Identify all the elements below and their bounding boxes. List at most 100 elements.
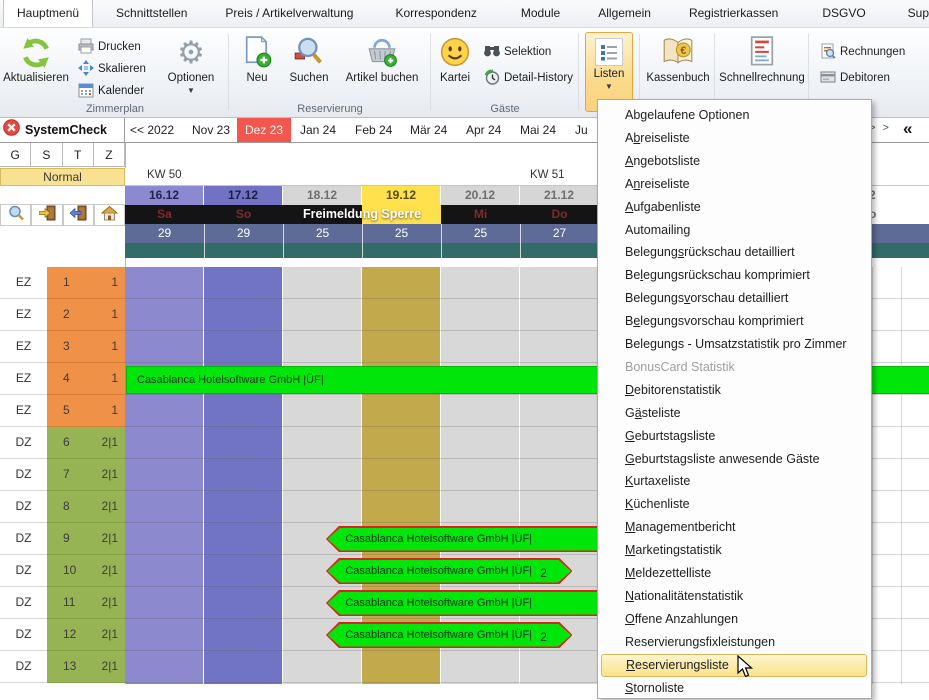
room-number-cell[interactable]: 62|1	[47, 427, 125, 459]
room-type-cell[interactable]: DZ	[0, 555, 47, 587]
menu-item-abgelaufene-optionen[interactable]: Abgelaufene Optionen	[601, 104, 867, 127]
tab-dsgvo[interactable]: DSGVO	[809, 0, 878, 27]
menu-item-geburtstagsliste-anwesende-gäste[interactable]: Geburtstagsliste anwesende Gäste	[601, 448, 867, 471]
scale-button[interactable]: Skalieren	[78, 59, 146, 79]
month-nav-dez-23[interactable]: Dez 23	[237, 118, 291, 142]
menu-item-marketingstatistik[interactable]: Marketingstatistik	[601, 539, 867, 562]
room-number-cell[interactable]: 41	[47, 363, 125, 395]
reservation-bar[interactable]: Casablanca Hotelsoftware GmbH |ÜF|2	[326, 622, 573, 648]
filter-column-t[interactable]: T	[63, 143, 94, 167]
options-button[interactable]: ⚙ Optionen ▼	[158, 32, 224, 112]
room-number-cell[interactable]: 72|1	[47, 459, 125, 491]
month-nav-ju[interactable]: Ju	[575, 118, 595, 142]
menu-item-geburtstagsliste[interactable]: Geburtstagsliste	[601, 425, 867, 448]
category-cell[interactable]: Normal	[0, 168, 125, 186]
tab-support[interactable]: Support	[895, 0, 929, 27]
room-type-cell[interactable]: DZ	[0, 651, 47, 683]
menu-item-aufgabenliste[interactable]: Aufgabenliste	[601, 196, 867, 219]
menu-item-automailing[interactable]: Automailing	[601, 219, 867, 242]
date-header-cell[interactable]: 21.12	[520, 186, 599, 205]
room-number-cell[interactable]: 31	[47, 331, 125, 363]
menu-item-kurtaxeliste[interactable]: Kurtaxeliste	[601, 470, 867, 493]
menu-item-meldezettelliste[interactable]: Meldezettelliste	[601, 562, 867, 585]
room-type-cell[interactable]: EZ	[0, 363, 47, 395]
check-out-button[interactable]	[63, 204, 94, 226]
date-header-cell[interactable]: 20.12	[441, 186, 520, 205]
filter-column-s[interactable]: S	[31, 143, 62, 167]
room-number-cell[interactable]: 122|1	[47, 619, 125, 651]
month-nav-jan-24[interactable]: Jan 24	[300, 118, 342, 142]
month-nav-m-r-24[interactable]: Mär 24	[410, 118, 454, 142]
month-nav--2022[interactable]: << 2022	[130, 118, 182, 142]
calendar-button[interactable]: Kalender	[78, 81, 144, 101]
menu-item-belegungsvorschau-detailliert[interactable]: Belegungsvorschau detailliert	[601, 287, 867, 310]
date-header-cell[interactable]: 19.12	[362, 186, 441, 205]
zoom-tool-button[interactable]	[0, 204, 31, 226]
room-number-cell[interactable]: 102|1	[47, 555, 125, 587]
room-number-cell[interactable]: 82|1	[47, 491, 125, 523]
filter-column-g[interactable]: G	[0, 143, 31, 167]
system-check-button[interactable]: SystemCheck	[0, 118, 125, 142]
reservation-bar[interactable]: Casablanca Hotelsoftware GmbH |ÜF|2	[326, 558, 573, 584]
menu-item-nationalitätenstatistik[interactable]: Nationalitätenstatistik	[601, 585, 867, 608]
room-type-cell[interactable]: DZ	[0, 619, 47, 651]
menu-item-stornoliste[interactable]: Stornoliste	[601, 677, 867, 700]
detail-history-button[interactable]: Detail-History	[484, 68, 573, 88]
menu-item-angebotsliste[interactable]: Angebotsliste	[601, 150, 867, 173]
tab-schnittstellen[interactable]: Schnittstellen	[103, 0, 200, 27]
tab-registrierkassen[interactable]: Registrierkassen	[676, 0, 791, 27]
collapse-panel-icon[interactable]: «	[903, 119, 912, 139]
menu-item-reservierungsliste[interactable]: Reservierungsliste	[601, 654, 867, 677]
menu-item-belegungsvorschau-komprimiert[interactable]: Belegungsvorschau komprimiert	[601, 310, 867, 333]
month-nav-mai-24[interactable]: Mai 24	[520, 118, 564, 142]
menu-item-anreiseliste[interactable]: Anreiseliste	[601, 173, 867, 196]
menu-item-gästeliste[interactable]: Gästeliste	[601, 402, 867, 425]
menu-item-reservierungsfixleistungen[interactable]: Reservierungsfixleistungen	[601, 631, 867, 654]
invoices-button[interactable]: Rechnungen	[820, 42, 905, 62]
room-number-cell[interactable]: 21	[47, 299, 125, 331]
date-header-cell[interactable]: 17.12	[204, 186, 283, 205]
guest-file-button[interactable]: Kartei	[432, 32, 478, 112]
menu-item-managementbericht[interactable]: Managementbericht	[601, 516, 867, 539]
room-type-cell[interactable]: EZ	[0, 395, 47, 427]
refresh-button[interactable]: Aktualisieren	[2, 32, 70, 112]
tab-preis-artikelverwaltung[interactable]: Preis / Artikelverwaltung	[212, 0, 366, 27]
menu-item-abreiseliste[interactable]: Abreiseliste	[601, 127, 867, 150]
tab-korrespondenz[interactable]: Korrespondenz	[382, 0, 489, 27]
date-header-cell[interactable]: 18.12	[283, 186, 362, 205]
room-type-cell[interactable]: DZ	[0, 587, 47, 619]
menu-item-belegungs-umsatzstatistik-pro-zimmer[interactable]: Belegungs - Umsatzstatistik pro Zimmer	[601, 333, 867, 356]
month-nav-nov-23[interactable]: Nov 23	[192, 118, 236, 142]
menu-item-küchenliste[interactable]: Küchenliste	[601, 493, 867, 516]
month-nav-apr-24[interactable]: Apr 24	[466, 118, 508, 142]
book-article-button[interactable]: Artikel buchen	[338, 32, 426, 112]
room-number-cell[interactable]: 11	[47, 267, 125, 299]
filter-column-z[interactable]: Z	[94, 143, 125, 167]
home-button[interactable]	[94, 204, 125, 226]
month-nav-feb-24[interactable]: Feb 24	[355, 118, 397, 142]
date-header-cell[interactable]: 16.12	[125, 186, 204, 205]
room-type-cell[interactable]: DZ	[0, 523, 47, 555]
tab-allgemein[interactable]: Allgemein	[585, 0, 664, 27]
room-type-cell[interactable]: DZ	[0, 459, 47, 491]
room-number-cell[interactable]: 92|1	[47, 523, 125, 555]
room-number-cell[interactable]: 51	[47, 395, 125, 427]
room-type-cell[interactable]: EZ	[0, 299, 47, 331]
print-button[interactable]: Drucken	[78, 37, 141, 57]
new-button[interactable]: Neu	[234, 32, 280, 112]
tab-hauptmen-[interactable]: Hauptmenü	[3, 0, 93, 27]
month-nav-forward[interactable]: > >	[869, 122, 891, 134]
search-button[interactable]: Suchen	[284, 32, 334, 112]
room-number-cell[interactable]: 112|1	[47, 587, 125, 619]
menu-item-offene-anzahlungen[interactable]: Offene Anzahlungen	[601, 608, 867, 631]
check-in-button[interactable]	[31, 204, 63, 226]
menu-item-belegungsrückschau-detailliert[interactable]: Belegungsrückschau detailliert	[601, 241, 867, 264]
selection-button[interactable]: Selektion	[484, 42, 551, 62]
menu-item-belegungsrückschau-komprimiert[interactable]: Belegungsrückschau komprimiert	[601, 264, 867, 287]
room-number-cell[interactable]: 132|1	[47, 651, 125, 683]
tab-module[interactable]: Module	[508, 0, 573, 27]
menu-item-debitorenstatistik[interactable]: Debitorenstatistik	[601, 379, 867, 402]
room-type-cell[interactable]: EZ	[0, 331, 47, 363]
room-type-cell[interactable]: DZ	[0, 491, 47, 523]
room-type-cell[interactable]: DZ	[0, 427, 47, 459]
